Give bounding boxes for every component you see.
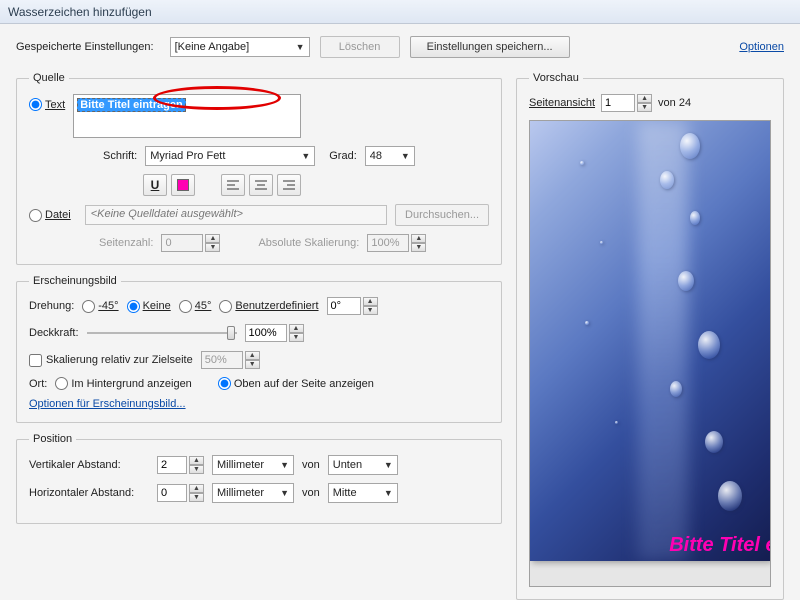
spin-up-icon[interactable]: ▲ (363, 297, 378, 306)
caret-down-icon: ▼ (384, 460, 393, 470)
watermark-text-input[interactable]: Bitte Titel eintragen (73, 94, 301, 138)
source-text-radio[interactable]: Text (29, 98, 65, 111)
rot-custom-radio[interactable]: Benutzerdefiniert (219, 300, 318, 313)
spin-down-icon[interactable]: ▼ (189, 465, 204, 474)
group-erscheinung-legend: Erscheinungsbild (29, 275, 121, 287)
caret-down-icon: ▼ (301, 151, 310, 161)
spin-down-icon[interactable]: ▼ (189, 493, 204, 502)
location-label: Ort: (29, 378, 47, 390)
browse-button[interactable]: Durchsuchen... (395, 204, 489, 226)
absscale-label: Absolute Skalierung: (258, 237, 359, 249)
preview-page: Bitte Titel eintrage (530, 121, 770, 561)
spin-up-icon[interactable]: ▲ (411, 234, 426, 243)
caret-down-icon: ▼ (384, 488, 393, 498)
vdist-unit-dropdown[interactable]: Millimeter ▼ (212, 455, 294, 475)
hdist-unit-dropdown[interactable]: Millimeter ▼ (212, 483, 294, 503)
saved-settings-value: [Keine Angabe] (175, 41, 250, 53)
source-file-radio[interactable]: Datei (29, 209, 71, 222)
saved-settings-dropdown[interactable]: [Keine Angabe] ▼ (170, 37, 310, 57)
color-swatch-icon (177, 179, 189, 191)
font-dropdown[interactable]: Myriad Pro Fett ▼ (145, 146, 315, 166)
appearance-options-link[interactable]: Optionen für Erscheinungsbild... (29, 398, 186, 410)
caret-down-icon: ▼ (280, 488, 289, 498)
align-right-icon (282, 178, 296, 192)
group-quelle-legend: Quelle (29, 72, 69, 84)
spin-down-icon[interactable]: ▼ (637, 103, 652, 112)
spin-down-icon[interactable]: ▼ (245, 360, 260, 369)
hdist-spinner[interactable]: ▲▼ (157, 484, 204, 502)
group-erscheinung: Erscheinungsbild Drehung: -45° Keine 45°… (16, 275, 502, 423)
loc-fg-radio[interactable]: Oben auf der Seite anzeigen (218, 377, 374, 390)
absscale-spinner[interactable]: ▲▼ (367, 234, 426, 252)
spin-down-icon[interactable]: ▼ (411, 243, 426, 252)
text-color-button[interactable] (171, 174, 195, 196)
slider-thumb-icon[interactable] (227, 326, 235, 340)
group-position-legend: Position (29, 433, 76, 445)
spin-down-icon[interactable]: ▼ (363, 306, 378, 315)
window-title: Wasserzeichen hinzufügen (8, 5, 152, 19)
rot-none-radio[interactable]: Keine (127, 300, 171, 313)
vdist-from-label: von (302, 459, 320, 471)
align-center-button[interactable] (249, 174, 273, 196)
align-left-icon (226, 178, 240, 192)
vdist-label: Vertikaler Abstand: (29, 459, 149, 471)
spin-up-icon[interactable]: ▲ (189, 456, 204, 465)
top-toolbar: Gespeicherte Einstellungen: [Keine Angab… (16, 36, 784, 58)
align-center-icon (254, 178, 268, 192)
saved-settings-label: Gespeicherte Einstellungen: (16, 41, 154, 53)
group-quelle: Quelle Text Bitte Titel eintragen Schrif… (16, 72, 502, 265)
group-position: Position Vertikaler Abstand: ▲▼ Millimet… (16, 433, 502, 524)
spin-up-icon[interactable]: ▲ (245, 351, 260, 360)
delete-button[interactable]: Löschen (320, 36, 400, 58)
rot-custom-spinner[interactable]: ▲▼ (327, 297, 378, 315)
scale-relative-checkbox[interactable]: Skalierung relativ zur Zielseite (29, 354, 193, 367)
pageview-spinner[interactable]: ▲▼ (601, 94, 652, 112)
align-right-button[interactable] (277, 174, 301, 196)
hdist-label: Horizontaler Abstand: (29, 487, 149, 499)
options-link[interactable]: Optionen (739, 41, 784, 53)
pageview-label: Seitenansicht (529, 97, 595, 109)
font-size-dropdown[interactable]: 48 ▼ (365, 146, 415, 166)
dialog-window: Wasserzeichen hinzufügen Gespeicherte Ei… (0, 0, 800, 600)
pageno-spinner[interactable]: ▲▼ (161, 234, 220, 252)
spin-down-icon[interactable]: ▼ (205, 243, 220, 252)
opacity-slider[interactable] (87, 323, 237, 343)
vdist-from-dropdown[interactable]: Unten ▼ (328, 455, 398, 475)
rotation-label: Drehung: (29, 300, 74, 312)
caret-down-icon: ▼ (296, 42, 305, 52)
opacity-label: Deckkraft: (29, 327, 79, 339)
size-label: Grad: (329, 150, 357, 162)
pageno-label: Seitenzahl: (99, 237, 153, 249)
rot-p45-radio[interactable]: 45° (179, 300, 212, 313)
hdist-from-dropdown[interactable]: Mitte ▼ (328, 483, 398, 503)
preview-frame: Bitte Titel eintrage (529, 120, 771, 587)
spin-up-icon[interactable]: ▲ (205, 234, 220, 243)
source-file-path: <Keine Quelldatei ausgewählt> (85, 205, 387, 225)
spin-up-icon[interactable]: ▲ (289, 324, 304, 333)
save-settings-button[interactable]: Einstellungen speichern... (410, 36, 570, 58)
caret-down-icon: ▼ (280, 460, 289, 470)
align-left-button[interactable] (221, 174, 245, 196)
loc-bg-radio[interactable]: Im Hintergrund anzeigen (55, 377, 191, 390)
group-vorschau: Vorschau Seitenansicht ▲▼ von 24 (516, 72, 784, 600)
spin-up-icon[interactable]: ▲ (189, 484, 204, 493)
pageview-total: von 24 (658, 97, 691, 109)
caret-down-icon: ▼ (401, 151, 410, 161)
spin-down-icon[interactable]: ▼ (289, 333, 304, 342)
scale-relative-spinner[interactable]: ▲▼ (201, 351, 260, 369)
font-label: Schrift: (103, 150, 137, 162)
spin-up-icon[interactable]: ▲ (637, 94, 652, 103)
vdist-spinner[interactable]: ▲▼ (157, 456, 204, 474)
watermark-preview-text: Bitte Titel eintrage (669, 534, 770, 557)
underline-button[interactable]: U (143, 174, 167, 196)
title-bar: Wasserzeichen hinzufügen (0, 0, 800, 24)
opacity-spinner[interactable]: ▲▼ (245, 324, 304, 342)
rot-m45-radio[interactable]: -45° (82, 300, 118, 313)
hdist-from-label: von (302, 487, 320, 499)
group-vorschau-legend: Vorschau (529, 72, 583, 84)
